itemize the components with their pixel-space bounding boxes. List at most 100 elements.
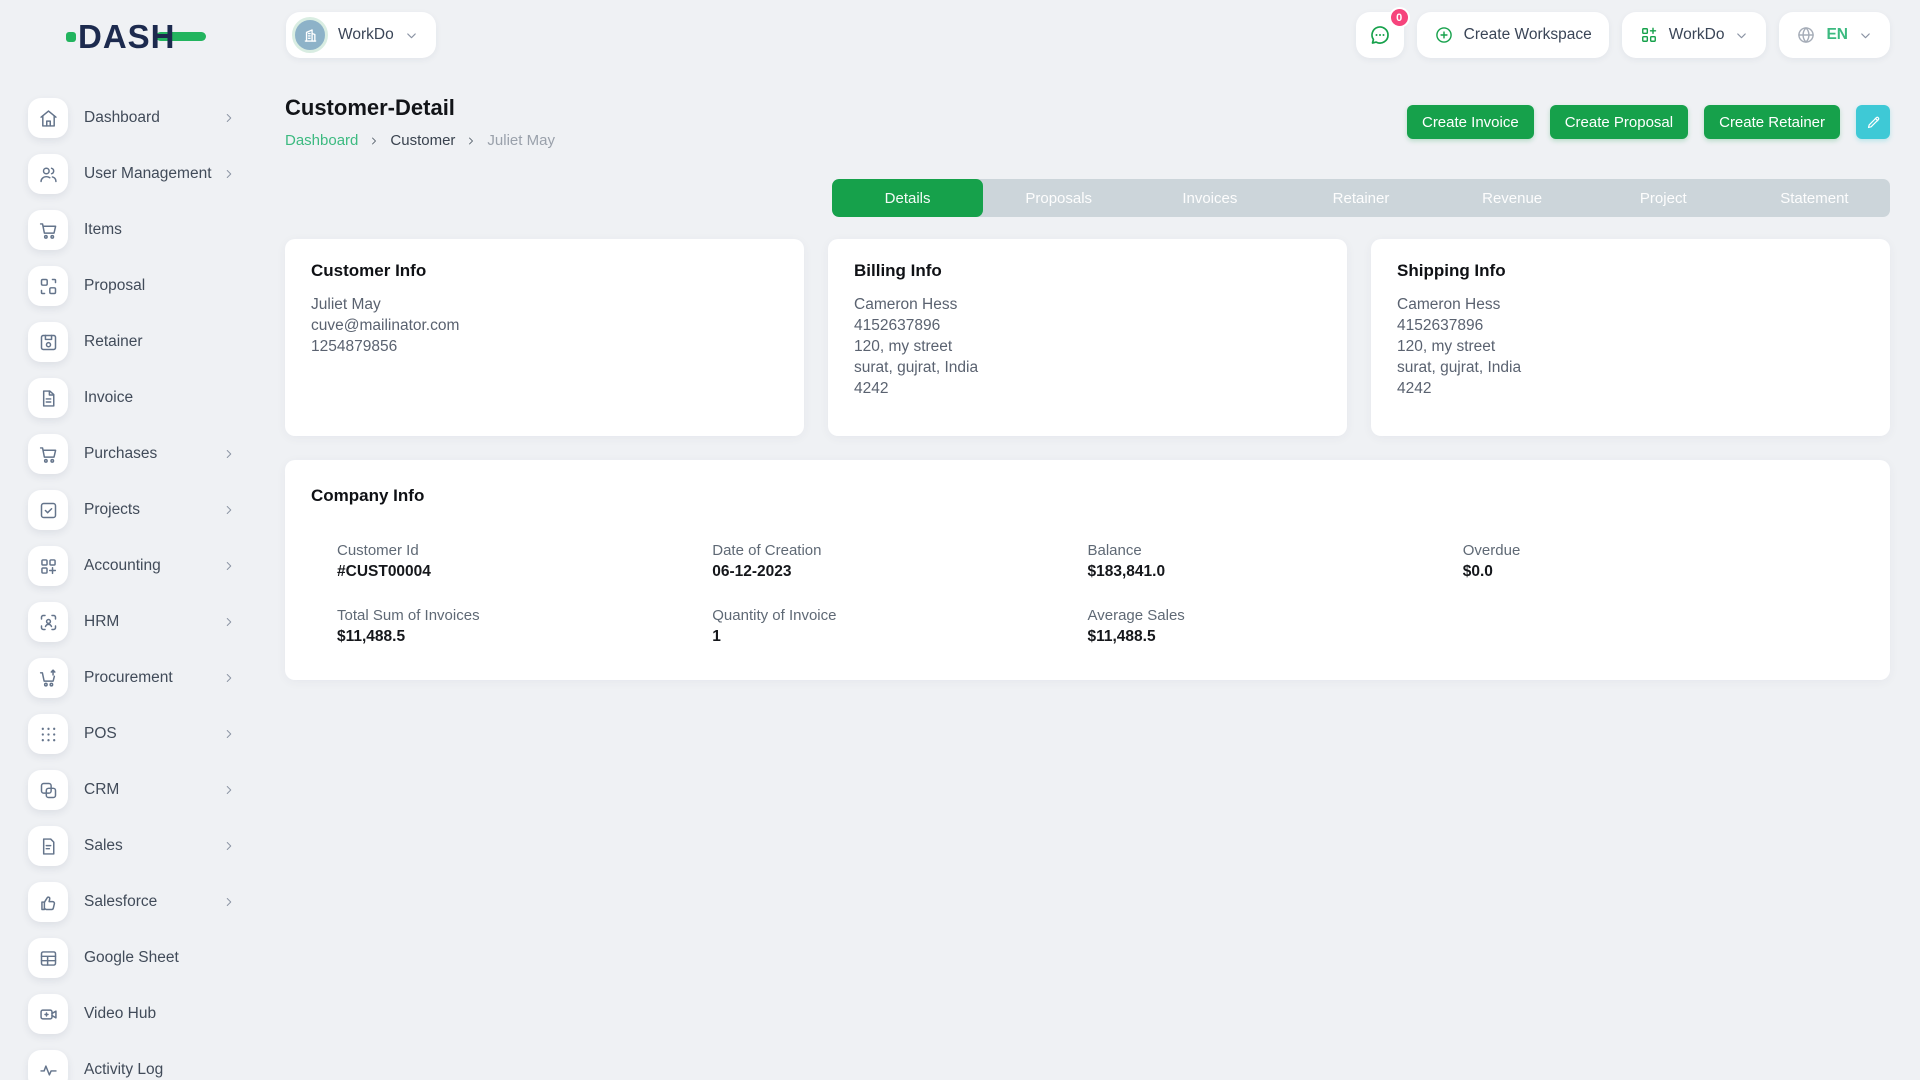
app-selector-label: WorkDo xyxy=(1669,26,1725,44)
building-icon xyxy=(292,17,328,53)
accounting-icon xyxy=(28,546,68,586)
field-label: Date of Creation xyxy=(712,542,1087,559)
create-invoice-button[interactable]: Create Invoice xyxy=(1407,105,1534,139)
sidebar-item-label: Video Hub xyxy=(84,1005,236,1023)
sidebar-item-proposal[interactable]: Proposal xyxy=(0,258,260,314)
topbar: DASH WorkDo 0 Create Workspace WorkDo EN xyxy=(0,0,1920,70)
chat-icon xyxy=(1368,23,1392,47)
purchases-icon xyxy=(28,434,68,474)
sidebar-item-google-sheet[interactable]: Google Sheet xyxy=(0,930,260,986)
create-retainer-button[interactable]: Create Retainer xyxy=(1704,105,1840,139)
tab-retainer[interactable]: Retainer xyxy=(1285,179,1436,217)
info-line: surat, gujrat, India xyxy=(1397,357,1864,378)
info-line: surat, gujrat, India xyxy=(854,357,1321,378)
sidebar-item-procurement[interactable]: Procurement xyxy=(0,650,260,706)
workspace-name: WorkDo xyxy=(338,26,394,44)
company-field-balance: Balance$183,841.0 xyxy=(1088,542,1463,581)
dash-logo[interactable]: DASH xyxy=(66,20,206,53)
field-label: Overdue xyxy=(1463,542,1838,559)
company-field-total-sum-of-invoices: Total Sum of Invoices$11,488.5 xyxy=(337,607,712,646)
language-code: EN xyxy=(1826,26,1848,44)
messages-button[interactable]: 0 xyxy=(1356,12,1404,58)
sidebar-item-label: HRM xyxy=(84,613,222,631)
sidebar-item-hrm[interactable]: HRM xyxy=(0,594,260,650)
tab-details[interactable]: Details xyxy=(832,179,983,217)
tab-project[interactable]: Project xyxy=(1588,179,1739,217)
logo-dot xyxy=(66,32,76,42)
sidebar-item-pos[interactable]: POS xyxy=(0,706,260,762)
chevron-right-icon xyxy=(222,727,236,741)
sidebar-item-dashboard[interactable]: Dashboard xyxy=(0,90,260,146)
breadcrumb-item-dashboard[interactable]: Dashboard xyxy=(285,132,358,149)
tab-revenue[interactable]: Revenue xyxy=(1437,179,1588,217)
field-label: Balance xyxy=(1088,542,1463,559)
sidebar-item-retainer[interactable]: Retainer xyxy=(0,314,260,370)
sidebar-item-label: Sales xyxy=(84,837,222,855)
sidebar-item-label: Proposal xyxy=(84,277,236,295)
sidebar-item-projects[interactable]: Projects xyxy=(0,482,260,538)
tab-proposals[interactable]: Proposals xyxy=(983,179,1134,217)
create-proposal-button[interactable]: Create Proposal xyxy=(1550,105,1688,139)
pencil-icon xyxy=(1865,114,1882,131)
proposal-icon xyxy=(28,266,68,306)
sidebar-item-label: Retainer xyxy=(84,333,236,351)
info-line: 4242 xyxy=(854,378,1321,399)
messages-badge: 0 xyxy=(1389,7,1410,28)
customer-info-card: Customer Info Juliet Maycuve@mailinator.… xyxy=(285,239,804,436)
globe-icon xyxy=(1796,25,1816,45)
tab-invoices[interactable]: Invoices xyxy=(1134,179,1285,217)
breadcrumb: Dashboard Customer Juliet May xyxy=(285,132,555,149)
chevron-right-icon xyxy=(368,135,380,147)
app-selector[interactable]: WorkDo xyxy=(1622,12,1767,58)
create-workspace-button[interactable]: Create Workspace xyxy=(1417,12,1609,58)
sidebar-item-video-hub[interactable]: Video Hub xyxy=(0,986,260,1042)
sidebar-item-items[interactable]: Items xyxy=(0,202,260,258)
sidebar-item-label: Projects xyxy=(84,501,222,519)
breadcrumb-item-customer[interactable]: Customer xyxy=(390,132,455,149)
page-title: Customer-Detail xyxy=(285,95,555,121)
video-icon xyxy=(28,994,68,1034)
sidebar-item-user-management[interactable]: User Management xyxy=(0,146,260,202)
sidebar: Dashboard User Management Items Proposal Ret… xyxy=(0,70,260,1080)
chevron-right-icon xyxy=(222,615,236,629)
sidebar-item-label: POS xyxy=(84,725,222,743)
chevron-right-icon xyxy=(222,167,236,181)
sidebar-item-label: Purchases xyxy=(84,445,222,463)
card-title: Billing Info xyxy=(854,261,1321,281)
sidebar-item-purchases[interactable]: Purchases xyxy=(0,426,260,482)
company-field-customer-id: Customer Id#CUST00004 xyxy=(337,542,712,581)
edit-customer-button[interactable] xyxy=(1856,105,1890,139)
company-info-card: Company Info Customer Id#CUST00004Date o… xyxy=(285,460,1890,680)
sidebar-item-sales[interactable]: Sales xyxy=(0,818,260,874)
chevron-right-icon xyxy=(222,895,236,909)
sidebar-item-accounting[interactable]: Accounting xyxy=(0,538,260,594)
field-label: Customer Id xyxy=(337,542,712,559)
sidebar-item-crm[interactable]: CRM xyxy=(0,762,260,818)
breadcrumb-item-juliet-may: Juliet May xyxy=(487,132,555,149)
chevron-right-icon xyxy=(222,783,236,797)
sidebar-item-label: Accounting xyxy=(84,557,222,575)
company-field-quantity-of-invoice: Quantity of Invoice1 xyxy=(712,607,1087,646)
info-line: 120, my street xyxy=(1397,336,1864,357)
language-selector[interactable]: EN xyxy=(1779,12,1890,58)
info-line: 4242 xyxy=(1397,378,1864,399)
company-field-average-sales: Average Sales$11,488.5 xyxy=(1088,607,1463,646)
field-value: 06-12-2023 xyxy=(712,563,1087,581)
workspace-selector[interactable]: WorkDo xyxy=(286,12,436,58)
sidebar-item-label: User Management xyxy=(84,165,222,183)
sidebar-item-salesforce[interactable]: Salesforce xyxy=(0,874,260,930)
sidebar-item-label: Dashboard xyxy=(84,109,222,127)
chevron-right-icon xyxy=(465,135,477,147)
company-field-date-of-creation: Date of Creation 06-12-2023 xyxy=(712,542,1087,581)
info-line: Cameron Hess xyxy=(1397,294,1864,315)
field-value: $11,488.5 xyxy=(337,628,712,646)
sidebar-item-invoice[interactable]: Invoice xyxy=(0,370,260,426)
field-label: Quantity of Invoice xyxy=(712,607,1087,624)
create-workspace-label: Create Workspace xyxy=(1464,26,1592,44)
retainer-icon xyxy=(28,322,68,362)
info-line: 120, my street xyxy=(854,336,1321,357)
sidebar-item-activity-log[interactable]: Activity Log xyxy=(0,1042,260,1080)
info-line: Juliet May xyxy=(311,294,778,315)
crm-icon xyxy=(28,770,68,810)
tab-statement[interactable]: Statement xyxy=(1739,179,1890,217)
